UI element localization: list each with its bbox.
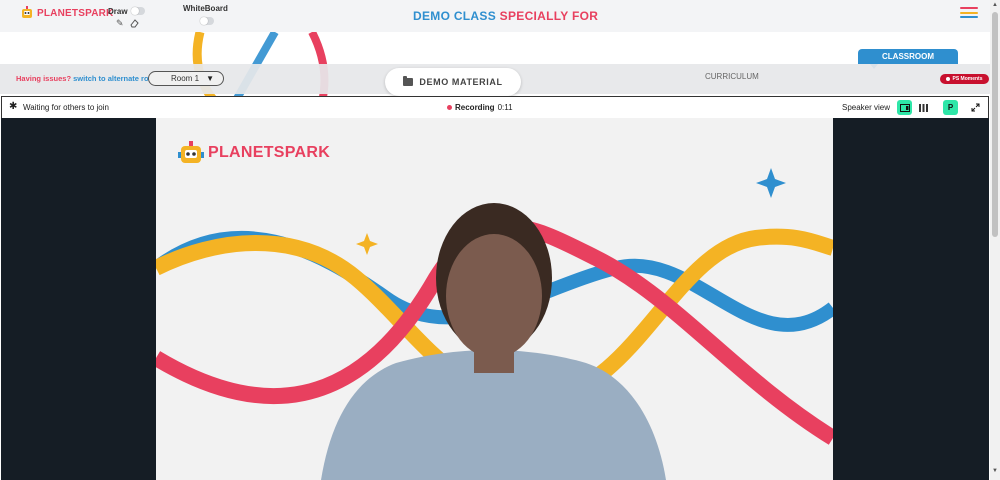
recording-label: Recording — [455, 103, 495, 112]
scroll-up-icon[interactable]: ▲ — [992, 2, 998, 8]
room-select-value: Room 1 — [171, 74, 200, 83]
star-icon — [756, 168, 786, 198]
demo-material-button[interactable]: DEMO MATERIAL — [385, 68, 521, 96]
title-part-2: SPECIALLY FOR — [499, 9, 599, 23]
speaker-view-icon — [899, 103, 910, 112]
gear-icon[interactable]: ✱ — [9, 102, 17, 112]
folder-icon — [403, 76, 414, 86]
video-toolbar: ✱ Waiting for others to join Recording 0… — [1, 96, 989, 118]
issues-text: Having issues? — [16, 74, 72, 83]
issues-notice: Having issues? switch to alternate room — [16, 74, 160, 83]
top-header: PLANETSPARK Draw ✎ WhiteBoard DEMO CLASS… — [0, 0, 990, 32]
title-part-1: DEMO CLASS — [413, 9, 497, 23]
draw-toggle[interactable] — [131, 7, 145, 15]
brand-name: PLANETSPARK — [37, 7, 114, 19]
room-select[interactable]: Room 1 ▼ — [148, 71, 224, 86]
view-mode-label: Speaker view — [842, 103, 891, 112]
hamburger-icon[interactable] — [960, 7, 978, 18]
fullscreen-button[interactable] — [968, 100, 983, 115]
mascot-icon — [22, 6, 32, 18]
recording-indicator: Recording 0:11 — [447, 103, 513, 112]
classroom-page: PLANETSPARK Draw ✎ WhiteBoard DEMO CLASS… — [0, 0, 1000, 480]
star-icon — [356, 233, 378, 255]
eraser-icon[interactable] — [130, 19, 139, 28]
recording-dot-icon — [447, 105, 452, 110]
whiteboard-label: WhiteBoard — [183, 4, 228, 13]
ps-moments-label: PS Moments — [952, 76, 983, 82]
waiting-status: Waiting for others to join — [23, 103, 109, 112]
whiteboard-toggle[interactable] — [200, 17, 214, 25]
ps-moments-button[interactable]: PS Moments — [940, 74, 989, 84]
speaker-view-button[interactable] — [897, 100, 912, 115]
scroll-down-icon[interactable]: ▼ — [992, 468, 998, 474]
planetspark-logo[interactable]: PLANETSPARK — [20, 4, 113, 22]
pencil-icon[interactable]: ✎ — [116, 18, 124, 29]
tab-classroom[interactable]: CLASSROOM — [858, 49, 958, 69]
scrollbar-thumb[interactable] — [992, 12, 998, 237]
draw-label: Draw — [108, 7, 128, 16]
tab-curriculum[interactable]: CURRICULUM — [705, 72, 759, 81]
switch-room-link[interactable]: switch to alternate room — [73, 74, 160, 83]
caret-down-icon: ▼ — [206, 74, 214, 83]
page-scrollbar[interactable]: ▲ ▼ — [990, 0, 1000, 480]
gallery-view-button[interactable] — [916, 100, 931, 115]
expand-icon — [971, 103, 980, 112]
slide-wave-graphic — [156, 168, 833, 480]
recording-time: 0:11 — [497, 103, 513, 112]
grid-icon — [919, 103, 928, 112]
participant-button[interactable]: P — [943, 100, 958, 115]
page-title: DEMO CLASS SPECIALLY FOR — [413, 9, 598, 23]
ps-moments-icon — [946, 77, 951, 81]
video-feed-slide: PLANETSPARK — [156, 118, 833, 480]
demo-material-label: DEMO MATERIAL — [419, 77, 503, 87]
